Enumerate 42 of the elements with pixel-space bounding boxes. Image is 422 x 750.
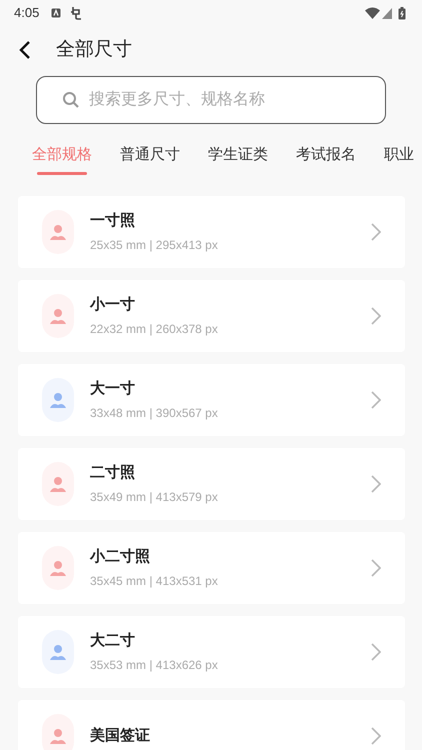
size-name: 小一寸: [90, 295, 136, 316]
size-card[interactable]: 一寸照 25x35 mm | 295x413 px: [18, 196, 405, 268]
size-name: 一寸照: [90, 211, 136, 232]
notification-icon: [51, 8, 62, 18]
app-notification-icon: [69, 6, 84, 20]
size-card[interactable]: 小二寸照 35x45 mm | 413x531 px: [18, 532, 405, 604]
chevron-right-icon: [371, 643, 381, 661]
back-button[interactable]: [18, 40, 32, 60]
search-icon: [62, 91, 80, 109]
search-field[interactable]: 搜索更多尺寸、规格名称: [36, 76, 386, 124]
category-tab[interactable]: 职业: [384, 144, 414, 174]
size-spec: 35x53 mm | 413x626 px: [90, 656, 219, 674]
size-spec: 25x35 mm | 295x413 px: [90, 236, 219, 254]
size-name: 大二寸: [90, 631, 136, 652]
size-spec: 35x45 mm | 413x531 px: [90, 572, 219, 590]
category-tab[interactable]: 普通尺寸: [120, 144, 180, 174]
chevron-right-icon: [371, 559, 381, 577]
wifi-icon: [365, 7, 380, 19]
size-name: 小二寸照: [90, 547, 151, 568]
size-spec: 35x49 mm | 413x579 px: [90, 488, 219, 506]
page-title: 全部尺寸: [56, 38, 132, 62]
size-name: 美国签证: [90, 726, 151, 746]
chevron-right-icon: [371, 223, 381, 241]
size-card[interactable]: 小一寸 22x32 mm | 260x378 px: [18, 280, 405, 352]
back-icon: [18, 40, 32, 60]
battery-icon: [398, 6, 406, 20]
category-tab[interactable]: 学生证类: [208, 144, 268, 174]
size-spec: 22x32 mm | 260x378 px: [90, 320, 219, 338]
size-card[interactable]: 美国签证: [18, 700, 405, 750]
chevron-right-icon: [371, 727, 381, 745]
size-card[interactable]: 二寸照 35x49 mm | 413x579 px: [18, 448, 405, 520]
size-name: 大一寸: [90, 379, 136, 400]
signal-icon: [382, 8, 392, 18]
size-spec: 33x48 mm | 390x567 px: [90, 404, 219, 422]
chevron-right-icon: [371, 475, 381, 493]
size-name: 二寸照: [90, 463, 136, 484]
category-tab[interactable]: 考试报名: [296, 144, 356, 174]
size-card[interactable]: 大二寸 35x53 mm | 413x626 px: [18, 616, 405, 688]
chevron-right-icon: [371, 391, 381, 409]
chevron-right-icon: [371, 307, 381, 325]
time-text: 4:05: [14, 4, 40, 22]
size-card[interactable]: 大一寸 33x48 mm | 390x567 px: [18, 364, 405, 436]
